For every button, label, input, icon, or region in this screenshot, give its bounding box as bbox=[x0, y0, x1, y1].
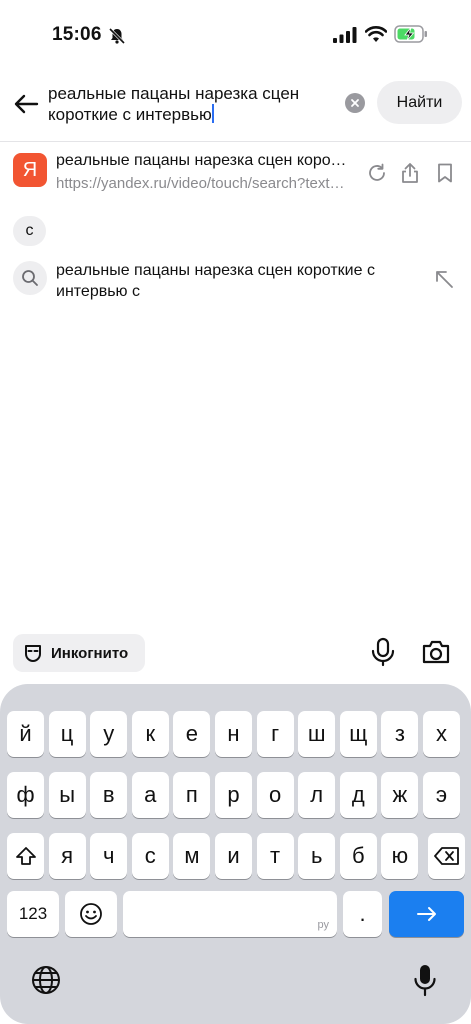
backspace-icon bbox=[433, 847, 459, 865]
microphone-icon[interactable] bbox=[369, 637, 397, 667]
suggestion-line1: реальные пацаны нарезка сцен короткие с bbox=[56, 262, 375, 279]
clear-search-button[interactable] bbox=[345, 93, 365, 113]
result-title: реальные пацаны нарезка сцен короткие с … bbox=[56, 152, 352, 169]
bookmark-icon[interactable] bbox=[434, 162, 456, 184]
cellular-signal-icon bbox=[333, 27, 357, 43]
back-button[interactable] bbox=[10, 88, 42, 120]
key-п[interactable]: п bbox=[173, 772, 211, 818]
key-ж[interactable]: ж bbox=[381, 772, 419, 818]
key-в[interactable]: в bbox=[90, 772, 128, 818]
backspace-key[interactable] bbox=[428, 833, 465, 879]
key-о[interactable]: о bbox=[256, 772, 294, 818]
key-б[interactable]: б bbox=[339, 833, 377, 879]
numbers-key[interactable]: 123 bbox=[7, 891, 59, 937]
yandex-logo: Я bbox=[13, 153, 47, 187]
current-page-row[interactable]: Я реальные пацаны нарезка сцен короткие … bbox=[0, 142, 471, 204]
emoji-icon bbox=[80, 903, 102, 925]
search-icon-badge bbox=[13, 261, 47, 295]
share-icon[interactable] bbox=[399, 162, 421, 184]
key-д[interactable]: д bbox=[339, 772, 377, 818]
shift-icon bbox=[15, 847, 36, 865]
key-ф[interactable]: ф bbox=[7, 772, 44, 818]
incognito-label: Инкогнито bbox=[51, 644, 129, 662]
text-caret bbox=[211, 104, 214, 123]
key-л[interactable]: л bbox=[298, 772, 336, 818]
suggestion-chip[interactable]: с bbox=[13, 216, 46, 246]
key-ь[interactable]: ь bbox=[298, 833, 336, 879]
wifi-icon bbox=[365, 26, 387, 42]
search-input[interactable]: реальные пацаны нарезка сцен короткие с … bbox=[48, 83, 333, 125]
find-button[interactable]: Найти bbox=[377, 81, 462, 124]
key-ю[interactable]: ю bbox=[381, 833, 419, 879]
key-и[interactable]: и bbox=[215, 833, 252, 879]
close-icon bbox=[351, 99, 359, 107]
search-query-line2: короткие с интервью bbox=[48, 105, 212, 124]
key-т[interactable]: т bbox=[256, 833, 294, 879]
insert-suggestion-arrow-icon[interactable] bbox=[433, 268, 455, 290]
key-у[interactable]: у bbox=[90, 711, 128, 757]
arrow-right-icon bbox=[416, 907, 436, 921]
suggestion-text: реальные пацаны нарезка сцен короткие с … bbox=[56, 260, 421, 302]
keyboard: й ц у к е н г ш щ з х ф ы в а п р о л д ж э я ч с м и т ь б ю 123 ру. bbox=[0, 684, 471, 1024]
key-с[interactable]: с bbox=[131, 833, 169, 879]
key-ц[interactable]: ц bbox=[48, 711, 86, 757]
shift-key[interactable] bbox=[7, 833, 44, 879]
key-н[interactable]: н bbox=[215, 711, 252, 757]
key-е[interactable]: е bbox=[173, 711, 211, 757]
key-э[interactable]: э bbox=[423, 772, 460, 818]
battery-charging-icon bbox=[394, 25, 427, 43]
bell-muted-icon bbox=[108, 27, 126, 45]
key-к[interactable]: к bbox=[131, 711, 169, 757]
incognito-mask-icon bbox=[25, 645, 41, 662]
arrow-left-icon bbox=[14, 94, 39, 114]
incognito-button[interactable]: Инкогнито bbox=[13, 634, 145, 672]
key-ч[interactable]: ч bbox=[90, 833, 128, 879]
key-ш[interactable]: ш bbox=[298, 711, 336, 757]
go-key[interactable] bbox=[389, 891, 464, 937]
refresh-icon[interactable] bbox=[366, 162, 388, 184]
search-query-line1: реальные пацаны нарезка сцен bbox=[48, 84, 300, 103]
query-suggestion[interactable]: реальные пацаны нарезка сцен короткие с … bbox=[0, 256, 471, 306]
key-ы[interactable]: ы bbox=[48, 772, 86, 818]
period-key[interactable]: . bbox=[343, 891, 382, 937]
dictation-microphone-icon[interactable] bbox=[413, 963, 437, 997]
space-key[interactable]: ру bbox=[123, 891, 337, 937]
key-а[interactable]: а bbox=[131, 772, 169, 818]
key-щ[interactable]: щ bbox=[339, 711, 377, 757]
key-з[interactable]: з bbox=[381, 711, 419, 757]
key-й[interactable]: й bbox=[7, 711, 44, 757]
emoji-key[interactable] bbox=[65, 891, 117, 937]
key-г[interactable]: г bbox=[256, 711, 294, 757]
key-я[interactable]: я bbox=[48, 833, 86, 879]
key-х[interactable]: х bbox=[423, 711, 460, 757]
camera-search-icon[interactable] bbox=[421, 638, 451, 666]
search-icon bbox=[22, 270, 38, 286]
status-bar: 15:06 bbox=[0, 0, 471, 70]
key-м[interactable]: м bbox=[173, 833, 211, 879]
suggestion-line2: интервью с bbox=[56, 283, 140, 300]
search-bar: реальные пацаны нарезка сцен короткие с … bbox=[0, 70, 471, 142]
result-url: https://yandex.ru/video/touch/search?tex… bbox=[56, 175, 352, 192]
status-time: 15:06 bbox=[52, 24, 102, 45]
globe-icon[interactable] bbox=[30, 964, 62, 996]
key-р[interactable]: р bbox=[215, 772, 252, 818]
